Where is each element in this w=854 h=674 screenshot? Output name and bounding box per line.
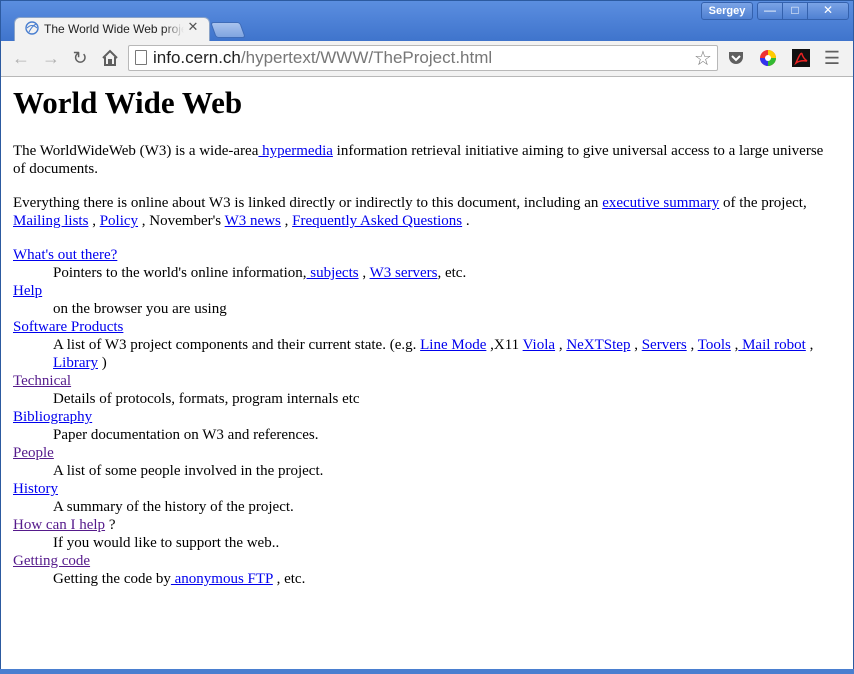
list-item-desc: Paper documentation on W3 and references… (53, 427, 319, 443)
desc-text: , etc. (272, 571, 306, 587)
page-heading: World Wide Web (13, 85, 243, 120)
url-path: /hypertext/WWW/TheProject.html (240, 48, 493, 67)
tab-close-icon[interactable]: ✕ (186, 20, 200, 34)
reload-icon[interactable]: ↻ (70, 48, 90, 68)
list-item-desc: A summary of the history of the project. (53, 499, 294, 515)
page-icon (135, 50, 147, 65)
separator: , (805, 337, 814, 353)
list-item-desc: Details of protocols, formats, program i… (53, 391, 360, 407)
overview-text-3: , November's (138, 213, 225, 229)
list-item-desc: Getting the code by anonymous FTP , etc. (53, 570, 833, 588)
w3-news-link[interactable]: W3 news (225, 213, 281, 229)
anonymous-ftp-link[interactable]: anonymous FTP (171, 571, 273, 587)
page-body: World Wide Web The WorldWideWeb (W3) is … (13, 85, 833, 588)
desc-text: A list of W3 project components and thei… (53, 337, 421, 353)
desc-text: , etc. (437, 265, 467, 281)
bookmark-star-icon[interactable]: ☆ (694, 46, 712, 71)
list-item-desc: Pointers to the world's online informati… (53, 264, 833, 282)
page-viewport: World Wide Web The WorldWideWeb (W3) is … (1, 77, 853, 669)
policy-link[interactable]: Policy (100, 213, 138, 229)
list-item-desc: A list of W3 project components and thei… (53, 336, 833, 372)
globe-icon (25, 21, 39, 35)
minimize-button[interactable]: — (757, 2, 783, 20)
mail-robot-link[interactable]: Mail robot (738, 337, 806, 353)
forward-icon[interactable]: → (41, 48, 61, 68)
list-item-desc: on the browser you are using (53, 301, 227, 317)
subjects-link[interactable]: subjects (307, 265, 358, 281)
overview-text-2: of the project, (719, 195, 807, 211)
whats-out-there-link[interactable]: What's out there? (13, 247, 117, 263)
list-item-desc: If you would like to support the web.. (53, 535, 280, 551)
topics-list: What's out there? Pointers to the world'… (13, 246, 833, 588)
separator: , (555, 337, 567, 353)
w3-servers-link[interactable]: W3 servers (370, 265, 438, 281)
nextstep-link[interactable]: NeXTStep (566, 337, 630, 353)
tab-title: The World Wide Web project (44, 22, 184, 36)
how-can-i-help-link[interactable]: How can I help (13, 517, 105, 533)
separator: . (462, 213, 470, 229)
separator: , (358, 265, 370, 281)
library-link[interactable]: Library (53, 355, 98, 371)
technical-link[interactable]: Technical (13, 373, 71, 389)
desc-text: Pointers to the world's online informati… (53, 265, 307, 281)
line-mode-link[interactable]: Line Mode (420, 337, 486, 353)
new-tab-button[interactable] (210, 22, 246, 38)
profile-button[interactable]: Sergey (701, 2, 753, 20)
servers-link[interactable]: Servers (642, 337, 687, 353)
executive-summary-link[interactable]: executive summary (602, 195, 719, 211)
back-icon[interactable]: ← (11, 48, 31, 68)
close-window-button[interactable]: ✕ (807, 2, 849, 20)
viola-link[interactable]: Viola (523, 337, 555, 353)
software-products-link[interactable]: Software Products (13, 319, 123, 335)
url-text[interactable]: info.cern.ch/hypertext/WWW/TheProject.ht… (153, 48, 492, 68)
faq-link[interactable]: Frequently Asked Questions (292, 213, 462, 229)
window-bottom-border (0, 669, 854, 674)
getting-code-link[interactable]: Getting code (13, 553, 90, 569)
maximize-button[interactable]: □ (782, 2, 808, 20)
mailing-lists-link[interactable]: Mailing lists (13, 213, 88, 229)
url-host: info.cern.ch (153, 48, 241, 67)
history-link[interactable]: History (13, 481, 58, 497)
overview-paragraph: Everything there is online about W3 is l… (13, 194, 833, 230)
separator: , (88, 213, 100, 229)
separator: , (630, 337, 642, 353)
desc-text: Getting the code by (53, 571, 171, 587)
bibliography-link[interactable]: Bibliography (13, 409, 92, 425)
tools-link[interactable]: Tools (698, 337, 731, 353)
term-suffix: ? (105, 517, 116, 533)
hypermedia-link[interactable]: hypermedia (258, 143, 333, 159)
acrobat-icon[interactable] (791, 48, 811, 68)
color-wheel-icon[interactable] (758, 48, 778, 68)
separator: , (280, 213, 293, 229)
separator: ) (97, 355, 107, 371)
menu-icon[interactable]: ☰ (822, 48, 842, 68)
intro-text: The WorldWideWeb (W3) is a wide-area (13, 143, 259, 159)
separator: , (686, 337, 698, 353)
help-link[interactable]: Help (13, 283, 42, 299)
desc-text: ,X11 (486, 337, 523, 353)
intro-paragraph: The WorldWideWeb (W3) is a wide-area hyp… (13, 142, 833, 178)
home-icon[interactable] (100, 48, 120, 68)
people-link[interactable]: People (13, 445, 54, 461)
overview-text: Everything there is online about W3 is l… (13, 195, 603, 211)
pocket-icon[interactable] (726, 48, 746, 68)
list-item-desc: A list of some people involved in the pr… (53, 463, 324, 479)
